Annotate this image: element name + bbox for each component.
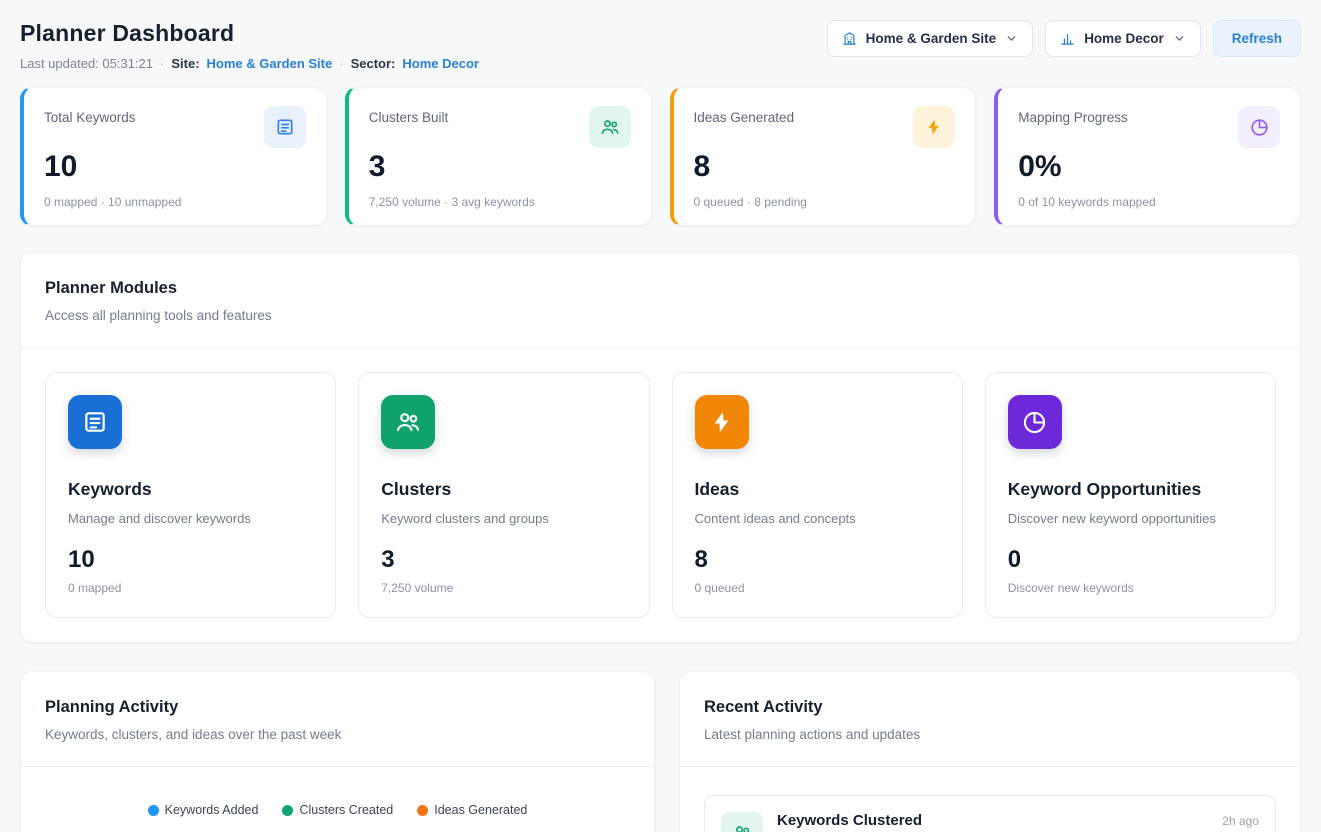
modules-subtitle: Access all planning tools and features	[45, 308, 1276, 323]
stats-row: Total Keywords 10 0 mapped · 10 unmapped…	[20, 87, 1301, 226]
bottom-row: Planning Activity Keywords, clusters, an…	[20, 671, 1301, 832]
planning-activity-header: Planning Activity Keywords, clusters, an…	[21, 672, 654, 766]
stat-value: 10	[44, 150, 306, 184]
module-title: Ideas	[695, 479, 940, 500]
site-label: Site:	[171, 56, 199, 71]
modules-header: Planner Modules Access all planning tool…	[21, 253, 1300, 347]
sector-link[interactable]: Home Decor	[402, 56, 479, 71]
stat-value: 3	[369, 150, 631, 184]
stat-label: Clusters Built	[369, 106, 449, 125]
modules-title: Planner Modules	[45, 279, 1276, 298]
stat-value: 0%	[1018, 150, 1280, 184]
module-card-keywords[interactable]: Keywords Manage and discover keywords 10…	[45, 372, 336, 618]
stat-value: 8	[694, 150, 956, 184]
header-controls: Home & Garden Site Home Decor Refresh	[827, 20, 1301, 57]
legend-dot	[417, 805, 428, 816]
stat-card-ideas-generated: Ideas Generated 8 0 queued · 8 pending	[670, 87, 977, 226]
page-title: Planner Dashboard	[20, 20, 479, 47]
users-icon	[589, 106, 631, 148]
activity-item-body: Keywords Clustered 3 new clusters create…	[777, 812, 1208, 832]
planning-activity-card: Planning Activity Keywords, clusters, an…	[20, 671, 655, 832]
header-left: Planner Dashboard Last updated: 05:31:21…	[20, 20, 479, 71]
pie-chart-icon	[1238, 106, 1280, 148]
legend-item-keywords-added: Keywords Added	[148, 803, 259, 817]
activity-item-time: 2h ago	[1222, 812, 1259, 828]
stat-sub: 7,250 volume · 3 avg keywords	[369, 195, 631, 209]
page-header: Planner Dashboard Last updated: 05:31:21…	[20, 20, 1301, 71]
sector-selector-dropdown[interactable]: Home Decor	[1045, 20, 1201, 57]
meta-separator: ·	[339, 56, 343, 71]
module-description: Keyword clusters and groups	[381, 511, 626, 526]
legend-label: Clusters Created	[299, 803, 393, 817]
stat-label: Ideas Generated	[694, 106, 795, 125]
legend-label: Keywords Added	[165, 803, 259, 817]
module-title: Clusters	[381, 479, 626, 500]
stat-card-clusters-built: Clusters Built 3 7,250 volume · 3 avg ke…	[345, 87, 652, 226]
module-description: Manage and discover keywords	[68, 511, 313, 526]
pie-chart-icon	[1008, 395, 1062, 449]
stat-label: Mapping Progress	[1018, 106, 1128, 125]
module-card-clusters[interactable]: Clusters Keyword clusters and groups 3 7…	[358, 372, 649, 618]
module-description: Content ideas and concepts	[695, 511, 940, 526]
legend-item-clusters-created: Clusters Created	[282, 803, 393, 817]
module-value: 8	[695, 546, 940, 574]
site-selector-dropdown[interactable]: Home & Garden Site	[827, 20, 1034, 57]
users-icon	[721, 812, 763, 832]
stat-sub: 0 mapped · 10 unmapped	[44, 195, 306, 209]
site-selector-label: Home & Garden Site	[866, 31, 997, 46]
bolt-icon	[695, 395, 749, 449]
stat-card-total-keywords: Total Keywords 10 0 mapped · 10 unmapped	[20, 87, 327, 226]
chevron-down-icon	[1173, 32, 1186, 45]
stat-sub: 0 queued · 8 pending	[694, 195, 956, 209]
module-card-keyword-opportunities[interactable]: Keyword Opportunities Discover new keywo…	[985, 372, 1276, 618]
module-card-ideas[interactable]: Ideas Content ideas and concepts 8 0 que…	[672, 372, 963, 618]
module-sub: 7,250 volume	[381, 581, 626, 595]
legend-item-ideas-generated: Ideas Generated	[417, 803, 527, 817]
sector-label: Sector:	[351, 56, 396, 71]
legend-label: Ideas Generated	[434, 803, 527, 817]
meta-separator: ·	[160, 56, 164, 71]
planner-modules-card: Planner Modules Access all planning tool…	[20, 252, 1301, 643]
module-title: Keywords	[68, 479, 313, 500]
modules-grid: Keywords Manage and discover keywords 10…	[21, 348, 1300, 642]
sector-selector-label: Home Decor	[1084, 31, 1164, 46]
planner-dashboard-page: Planner Dashboard Last updated: 05:31:21…	[0, 0, 1321, 832]
document-icon	[264, 106, 306, 148]
recent-activity-subtitle: Latest planning actions and updates	[704, 727, 1276, 742]
site-link[interactable]: Home & Garden Site	[207, 56, 333, 71]
last-updated-text: Last updated: 05:31:21	[20, 56, 153, 71]
stat-card-mapping-progress: Mapping Progress 0% 0 of 10 keywords map…	[994, 87, 1301, 226]
bolt-icon	[913, 106, 955, 148]
module-sub: 0 queued	[695, 581, 940, 595]
module-value: 3	[381, 546, 626, 574]
planning-activity-subtitle: Keywords, clusters, and ideas over the p…	[45, 727, 630, 742]
bar-chart-icon	[1060, 31, 1075, 46]
chart-legend: Keywords Added Clusters Created Ideas Ge…	[21, 767, 654, 817]
recent-activity-title: Recent Activity	[704, 698, 1276, 717]
activity-list-item: Keywords Clustered 3 new clusters create…	[704, 795, 1276, 832]
document-icon	[68, 395, 122, 449]
planning-activity-title: Planning Activity	[45, 698, 630, 717]
divider	[680, 766, 1300, 767]
stat-sub: 0 of 10 keywords mapped	[1018, 195, 1280, 209]
module-sub: 0 mapped	[68, 581, 313, 595]
chevron-down-icon	[1005, 32, 1018, 45]
legend-dot	[282, 805, 293, 816]
stat-label: Total Keywords	[44, 106, 136, 125]
activity-item-title: Keywords Clustered	[777, 812, 1208, 829]
refresh-button[interactable]: Refresh	[1213, 20, 1301, 57]
module-value: 0	[1008, 546, 1253, 574]
module-sub: Discover new keywords	[1008, 581, 1253, 595]
users-icon	[381, 395, 435, 449]
recent-activity-header: Recent Activity Latest planning actions …	[680, 672, 1300, 766]
module-description: Discover new keyword opportunities	[1008, 511, 1253, 526]
module-value: 10	[68, 546, 313, 574]
module-title: Keyword Opportunities	[1008, 479, 1253, 500]
legend-dot	[148, 805, 159, 816]
recent-activity-card: Recent Activity Latest planning actions …	[679, 671, 1301, 832]
building-icon	[842, 31, 857, 46]
page-meta: Last updated: 05:31:21 · Site: Home & Ga…	[20, 56, 479, 71]
